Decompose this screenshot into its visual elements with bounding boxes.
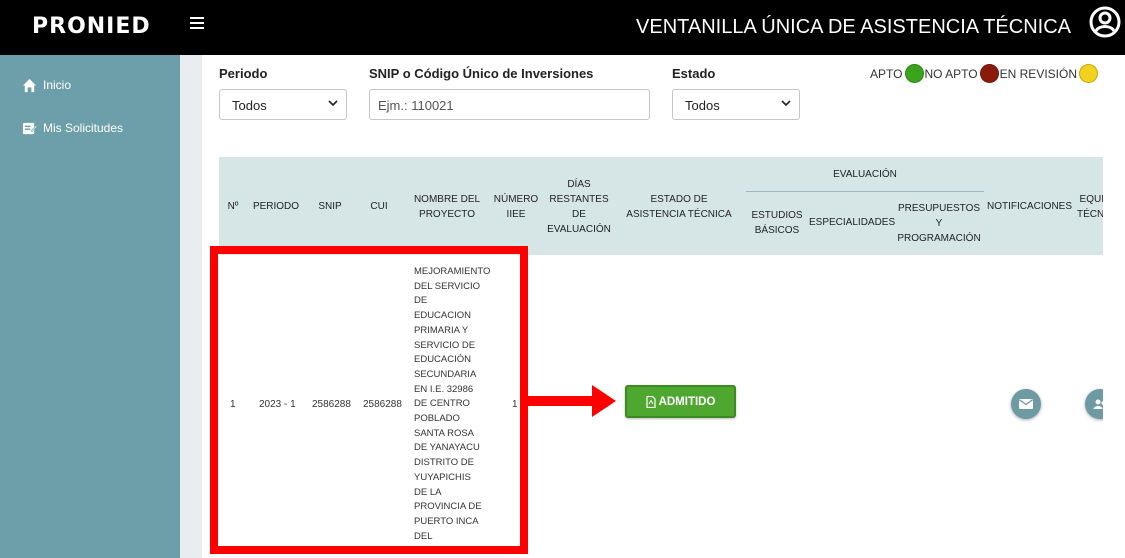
app-title: VENTANILLA ÚNICA DE ASISTENCIA TÉCNICA <box>636 16 1071 38</box>
col-header-periodo: PERIODO <box>252 201 300 212</box>
col-header-presupuestos: PRESUPUESTOS Y PROGRAMACIÓN <box>897 203 981 244</box>
sidebar-item-mis-solicitudes[interactable]: Mis Solicitudes <box>22 118 123 138</box>
notification-button[interactable] <box>1011 389 1041 419</box>
snip-placeholder: Ejm.: 110021 <box>378 98 454 113</box>
admitido-status-button[interactable]: ADMITIDO <box>625 385 736 418</box>
pronied-logo[interactable]: PRONIED <box>32 14 151 39</box>
no-apto-status-icon <box>979 64 999 83</box>
col-header-equipo: EQUIPO TÉCNICO <box>1077 194 1103 220</box>
periodo-select[interactable]: Todos <box>219 89 347 120</box>
evaluacion-divider <box>746 191 984 192</box>
snip-label: SNIP o Código Único de Inversiones <box>369 66 594 81</box>
col-header-especialidades: ESPECIALIDADES <box>809 217 896 228</box>
estado-select[interactable]: Todos <box>672 89 800 120</box>
home-icon <box>22 78 37 92</box>
estado-value: Todos <box>685 98 720 113</box>
col-header-numero-iiee: NÚMERO IIEE <box>493 194 539 220</box>
legend-apto-label: APTO <box>870 66 903 81</box>
user-account-icon[interactable] <box>1089 6 1121 38</box>
envelope-icon <box>1019 399 1033 409</box>
document-icon <box>645 395 656 408</box>
sidebar-item-label: Mis Solicitudes <box>43 121 124 135</box>
content-gutter <box>180 55 202 558</box>
highlight-box <box>210 246 528 554</box>
snip-search-input[interactable]: Ejm.: 110021 <box>369 89 650 120</box>
col-header-snip: SNIP <box>318 201 342 212</box>
legend-no-apto-label: NO APTO <box>924 66 978 81</box>
col-header-notificaciones: NOTIFICACIONES <box>987 201 1073 212</box>
col-header-estudios: ESTUDIOS BÁSICOS <box>751 210 803 236</box>
col-header-evaluacion: EVALUACIÓN <box>833 169 897 180</box>
estado-label: Estado <box>672 66 716 81</box>
chevron-down-icon <box>781 100 791 107</box>
top-bar: PRONIED VENTANILLA ÚNICA DE ASISTENCIA T… <box>0 0 1125 55</box>
periodo-label: Periodo <box>219 66 268 81</box>
status-legend: APTO NO APTO EN REVISIÓN <box>870 64 1099 83</box>
periodo-value: Todos <box>232 98 267 113</box>
requests-icon <box>22 122 37 134</box>
col-header-n: Nº <box>227 201 239 212</box>
technical-team-button[interactable] <box>1085 389 1103 419</box>
chevron-down-icon <box>328 100 338 107</box>
col-header-nombre: NOMBRE DEL PROYECTO <box>413 194 481 220</box>
en-revision-status-icon <box>1079 64 1098 83</box>
legend-en-revision-label: EN REVISIÓN <box>999 66 1077 81</box>
admitido-label: ADMITIDO <box>658 395 716 408</box>
annotation-arrow-icon <box>528 385 616 417</box>
sidebar-item-label: Inicio <box>43 78 72 92</box>
table-header: Nº PERIODO SNIP CUI NOMBRE DEL PROYECTO … <box>219 157 1103 255</box>
hamburger-menu-icon[interactable] <box>190 17 204 29</box>
apto-status-icon <box>904 64 924 83</box>
col-header-cui: CUI <box>370 201 388 212</box>
sidebar-item-inicio[interactable]: Inicio <box>22 75 71 95</box>
col-header-estado: ESTADO DE ASISTENCIA TÉCNICA <box>626 194 732 220</box>
team-icon <box>1093 399 1103 409</box>
col-header-dias: DÍAS RESTANTES DE EVALUACIÓN <box>547 179 611 235</box>
sidebar: Inicio Mis Solicitudes <box>0 55 180 558</box>
